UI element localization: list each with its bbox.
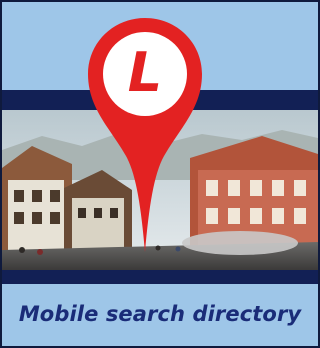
app-icon-card[interactable]: L Mobile search directory [0, 0, 320, 348]
logo-letter: L [127, 41, 163, 104]
bottom-band [2, 270, 318, 284]
caption-text: Mobile search directory [18, 302, 302, 326]
